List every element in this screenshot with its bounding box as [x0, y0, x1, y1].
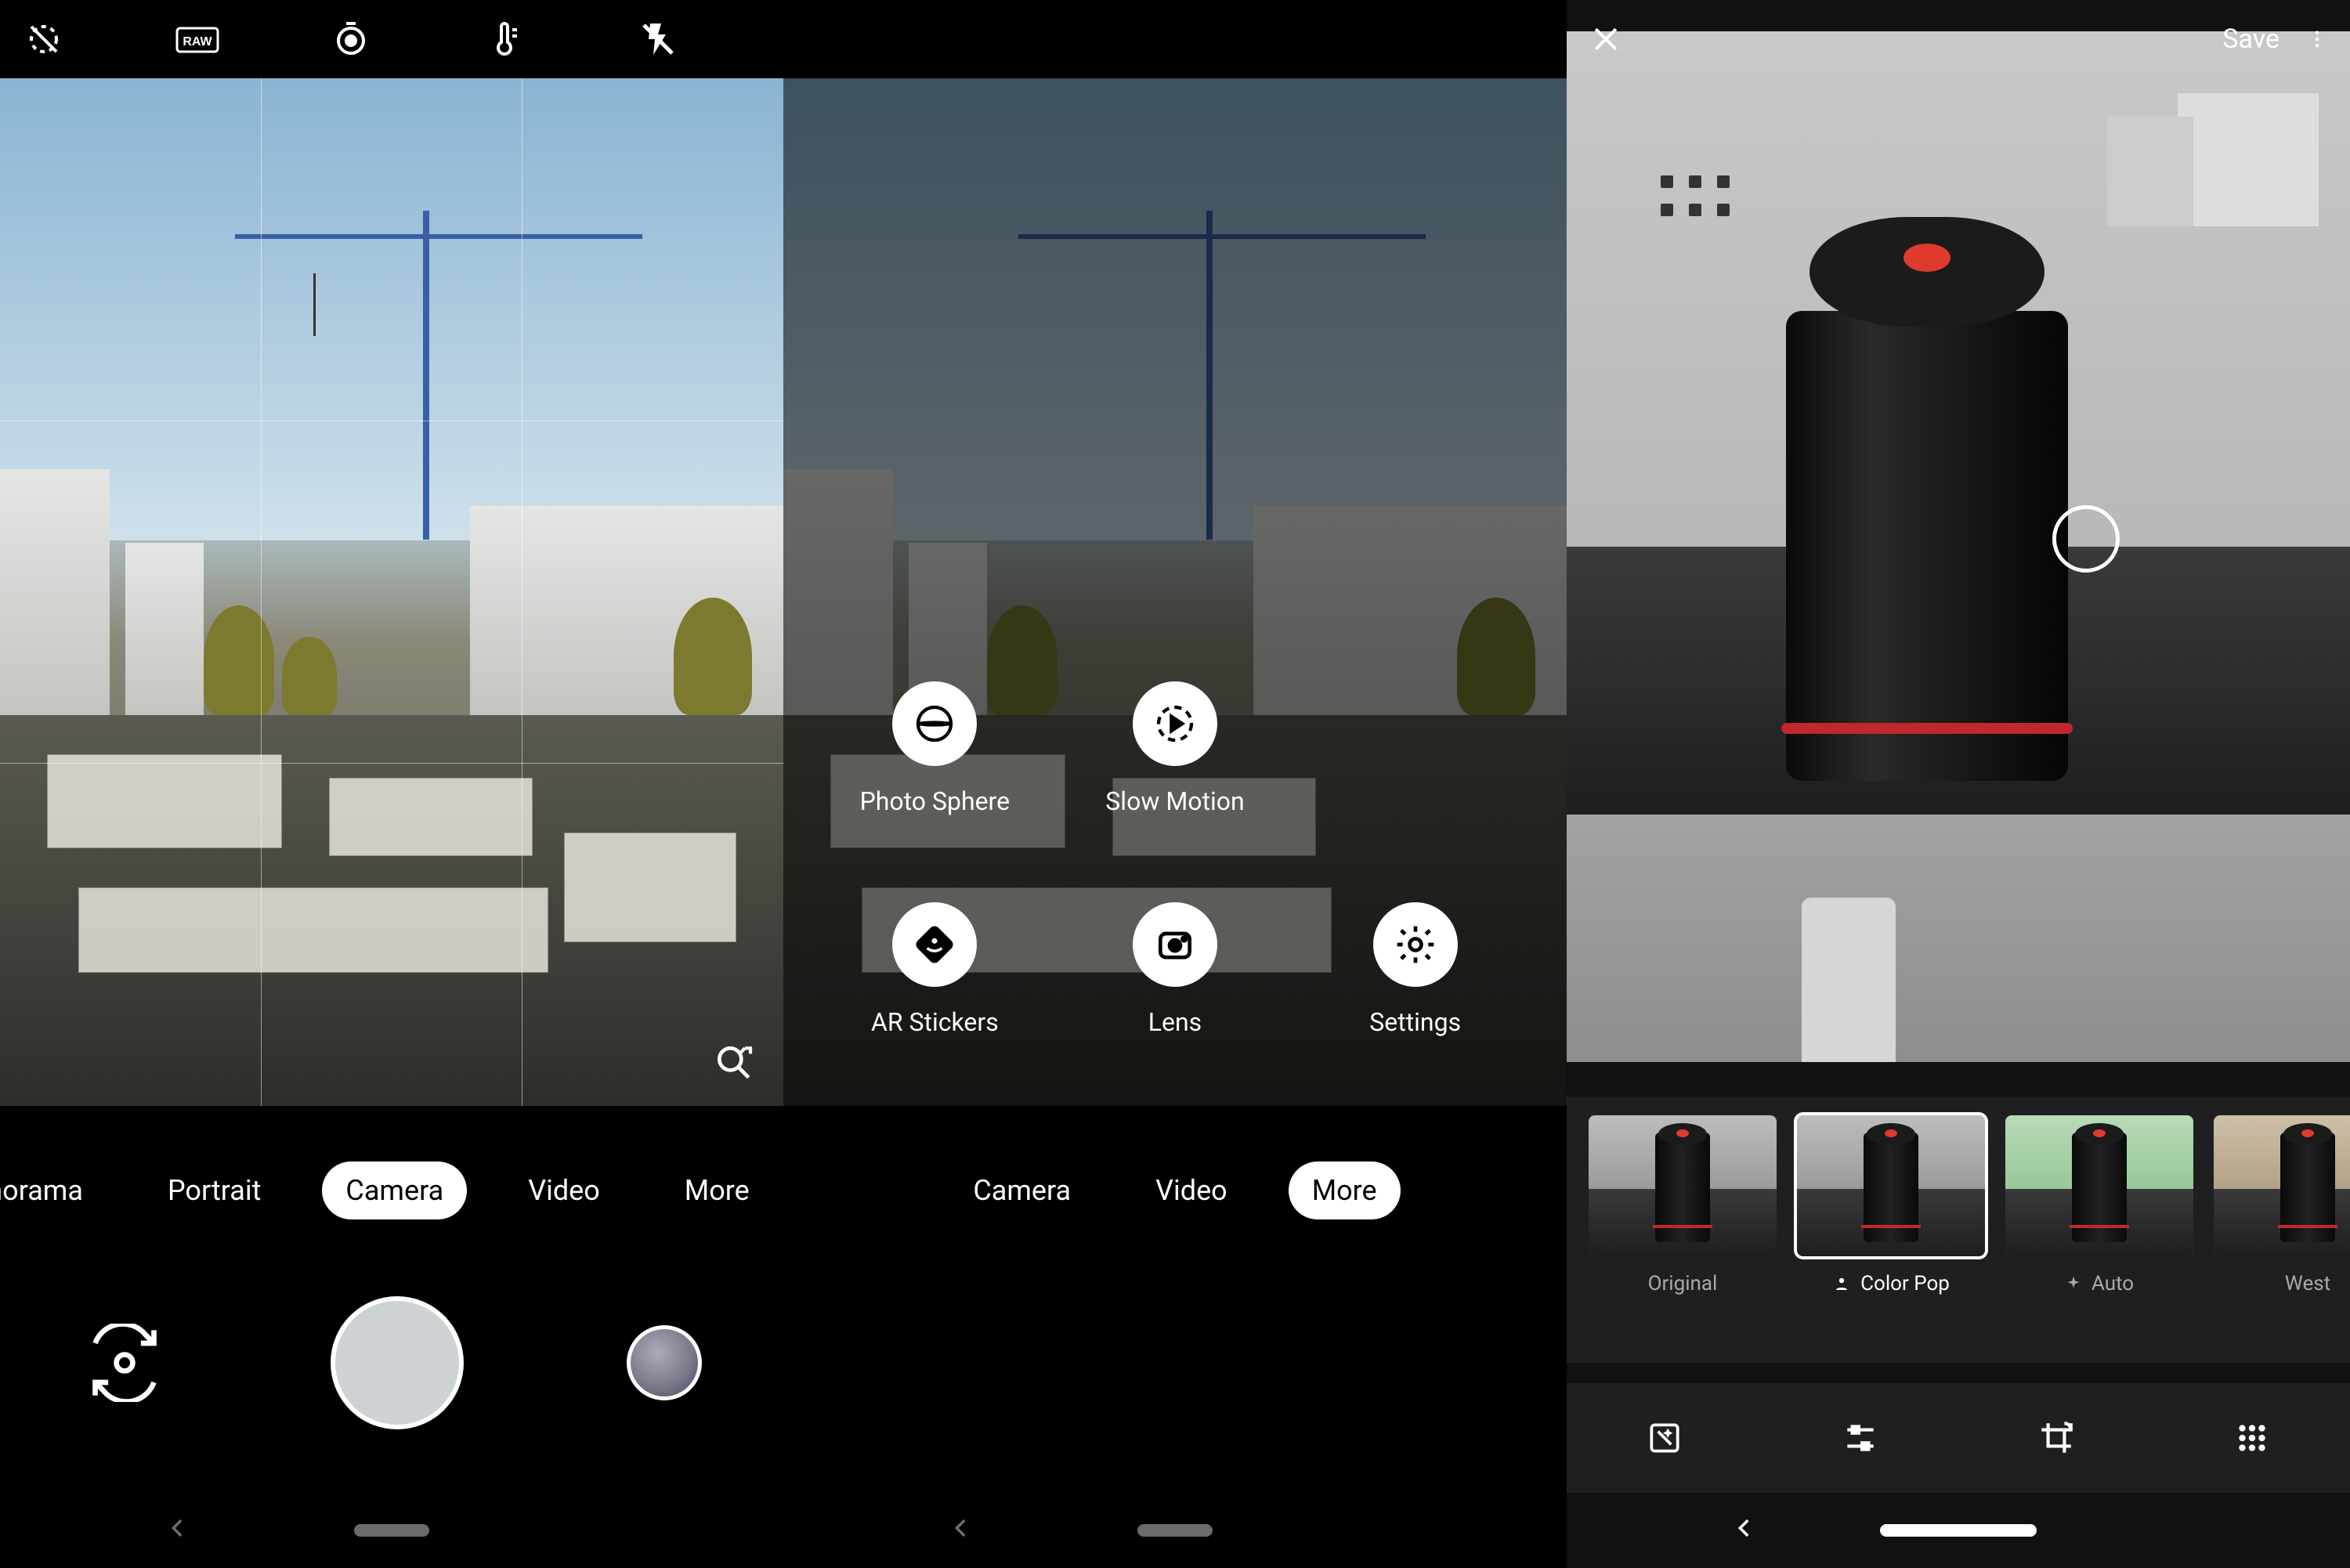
editor-topbar: Save: [1567, 0, 2350, 78]
settings-icon: [1394, 923, 1437, 966]
system-navbar: [783, 1493, 1567, 1568]
more-label: Settings: [1369, 1007, 1461, 1037]
arstickers-icon: [913, 923, 956, 966]
more-label: Slow Motion: [1105, 786, 1244, 816]
motion-off-icon[interactable]: [22, 17, 66, 61]
photo-editor-screen: Save Original: [1567, 0, 2350, 1568]
nav-back-icon[interactable]: [948, 1515, 979, 1546]
mode-video[interactable]: Video: [1132, 1162, 1251, 1219]
filter-auto[interactable]: Auto: [2005, 1115, 2193, 1295]
filter-label: Original: [1648, 1272, 1718, 1295]
close-icon[interactable]: [1589, 22, 1623, 56]
nav-home-pill[interactable]: [1880, 1524, 2037, 1537]
sliders-icon[interactable]: [1838, 1416, 1882, 1460]
filter-label: Auto: [2065, 1272, 2134, 1295]
person-icon: [1832, 1274, 1851, 1293]
more-label: Photo Sphere: [860, 786, 1010, 816]
switch-camera-button[interactable]: [81, 1320, 168, 1406]
grid-icon[interactable]: [2230, 1416, 2274, 1460]
system-navbar: [1567, 1493, 2350, 1568]
nav-home-pill[interactable]: [354, 1524, 429, 1537]
subject-lens: [1786, 217, 2068, 781]
mode-more[interactable]: More: [1289, 1162, 1401, 1219]
nav-back-icon[interactable]: [164, 1515, 196, 1546]
overflow-menu-icon[interactable]: [2306, 22, 2328, 56]
mode-more[interactable]: More: [661, 1162, 773, 1219]
gallery-thumbnail[interactable]: [627, 1325, 702, 1400]
mode-panorama[interactable]: norama: [0, 1162, 107, 1219]
svg-text:RAW: RAW: [183, 35, 212, 49]
camera-mode-selector: Camera Video More: [783, 1143, 1567, 1237]
zoom-toggle-button[interactable]: [707, 1035, 761, 1090]
camera-topbar: RAW: [0, 0, 783, 78]
camera-viewfinder[interactable]: [0, 78, 783, 1106]
save-button[interactable]: Save: [2222, 23, 2280, 55]
more-lens[interactable]: Lens: [1055, 902, 1296, 1037]
camera-more-screen: Photo Sphere Slow Motion AR Stickers Len…: [783, 0, 1567, 1568]
more-label: Lens: [1148, 1007, 1202, 1037]
camera-controls: [0, 1253, 783, 1472]
filter-colorpop[interactable]: Color Pop: [1797, 1115, 1985, 1295]
mode-camera[interactable]: Camera: [322, 1162, 467, 1219]
mode-portrait[interactable]: Portrait: [144, 1162, 284, 1219]
editor-toolbar: [1567, 1383, 2350, 1493]
photosphere-icon: [913, 702, 956, 746]
more-photosphere[interactable]: Photo Sphere: [815, 681, 1055, 816]
more-label: AR Stickers: [871, 1007, 999, 1037]
editor-preview[interactable]: [1567, 31, 2350, 1062]
more-options-grid: Photo Sphere Slow Motion AR Stickers Len…: [783, 681, 1567, 1037]
mode-camera[interactable]: Camera: [949, 1162, 1094, 1219]
enhance-icon[interactable]: [1643, 1416, 1687, 1460]
more-slowmotion[interactable]: Slow Motion: [1055, 681, 1296, 816]
flash-off-icon[interactable]: [636, 17, 680, 61]
timer-icon[interactable]: [329, 17, 373, 61]
slowmotion-icon: [1153, 702, 1197, 746]
filter-original[interactable]: Original: [1589, 1115, 1777, 1295]
system-navbar: [0, 1493, 783, 1568]
camera-mode-selector: norama Portrait Camera Video More: [0, 1143, 783, 1237]
shutter-button[interactable]: [331, 1296, 464, 1429]
more-settings[interactable]: Settings: [1295, 902, 1535, 1037]
camera-main-screen: RAW: [0, 0, 783, 1568]
nav-back-icon[interactable]: [1731, 1515, 1762, 1546]
sparkle-icon: [2065, 1275, 2082, 1292]
more-arstickers[interactable]: AR Stickers: [815, 902, 1055, 1037]
nav-home-pill[interactable]: [1137, 1524, 1213, 1537]
crop-rotate-icon[interactable]: [2034, 1416, 2078, 1460]
mode-video[interactable]: Video: [504, 1162, 624, 1219]
filter-label: Color Pop: [1832, 1272, 1950, 1295]
filter-strip[interactable]: Original Color Pop Auto West: [1567, 1097, 2350, 1363]
focus-indicator: [2052, 505, 2120, 573]
raw-icon[interactable]: RAW: [175, 17, 219, 61]
temperature-icon[interactable]: [483, 17, 526, 61]
filter-west[interactable]: West: [2214, 1115, 2350, 1295]
filter-label: West: [2285, 1272, 2330, 1295]
lens-icon: [1153, 923, 1197, 966]
